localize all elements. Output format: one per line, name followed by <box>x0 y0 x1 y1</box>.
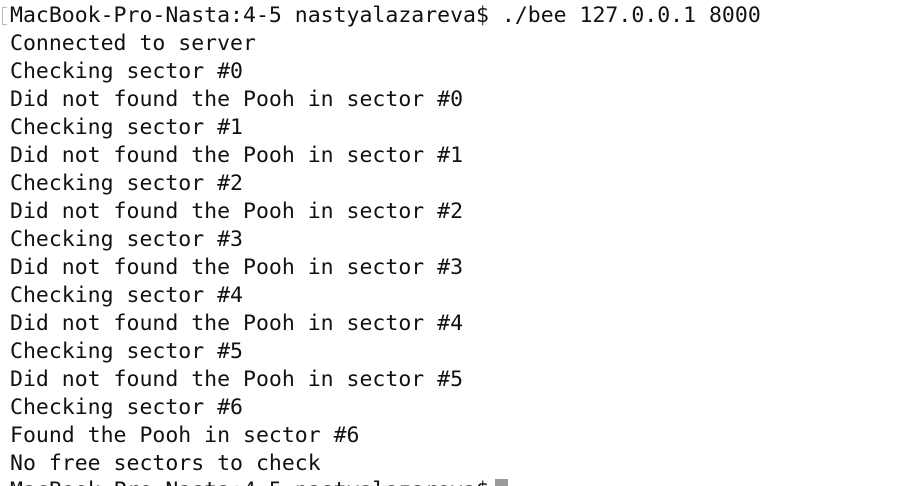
cursor-block-icon <box>494 479 508 486</box>
terminal-output-line: Checking sector #5 <box>10 339 243 364</box>
prompt-mark-icon <box>2 7 7 25</box>
terminal-output-line: Found the Pooh in sector #6 <box>10 423 360 448</box>
terminal-output-line: Connected to server <box>10 31 256 56</box>
prompt-text: MacBook-Pro-Nasta:4-5 nastyalazareva$ <box>10 478 489 486</box>
terminal-window[interactable]: MacBook-Pro-Nasta:4-5 nastyalazareva$ ./… <box>0 0 918 486</box>
terminal-output-line: Did not found the Pooh in sector #2 <box>10 199 464 224</box>
terminal-output-line: Did not found the Pooh in sector #5 <box>10 367 464 392</box>
terminal-command-line: MacBook-Pro-Nasta:4-5 nastyalazareva$ ./… <box>10 3 761 28</box>
terminal-output-line: Checking sector #4 <box>10 283 243 308</box>
terminal-output-line: Did not found the Pooh in sector #0 <box>10 87 464 112</box>
terminal-output-line: Checking sector #3 <box>10 227 243 252</box>
terminal-output-line: No free sectors to check <box>10 451 321 476</box>
terminal-output-line: Did not found the Pooh in sector #4 <box>10 311 464 336</box>
terminal-output-line: Checking sector #1 <box>10 115 243 140</box>
terminal-output-line: Did not found the Pooh in sector #3 <box>10 255 464 280</box>
terminal-output-line: Checking sector #0 <box>10 59 243 84</box>
terminal-output-line: Checking sector #6 <box>10 395 243 420</box>
terminal-output-line: Checking sector #2 <box>10 171 243 196</box>
terminal-prompt-line[interactable]: MacBook-Pro-Nasta:4-5 nastyalazareva$ <box>10 477 508 486</box>
terminal-output-line: Did not found the Pooh in sector #1 <box>10 143 464 168</box>
